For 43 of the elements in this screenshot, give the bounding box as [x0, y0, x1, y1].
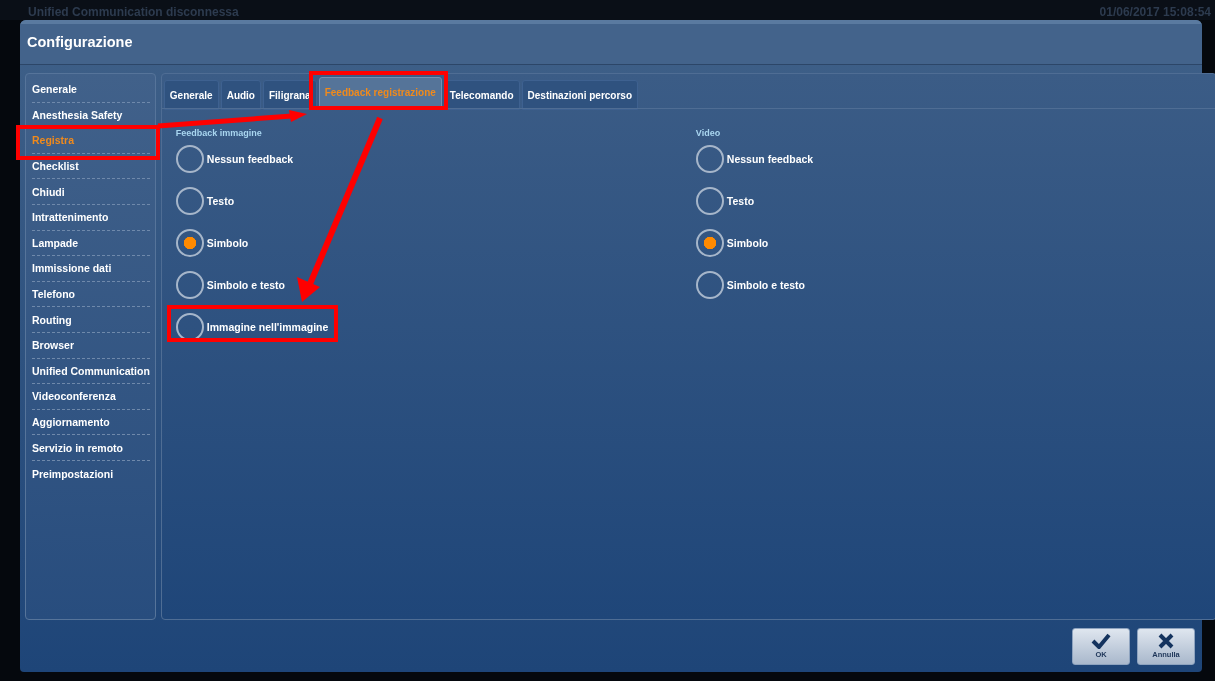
close-icon [1158, 633, 1174, 649]
radio-button[interactable] [695, 187, 724, 215]
radio-label: Simbolo e testo [726, 279, 806, 291]
radio-label: Simbolo e testo [206, 279, 286, 291]
sidebar-item[interactable]: Immissione dati [32, 256, 150, 282]
tab[interactable]: Audio [220, 80, 261, 110]
sidebar-item[interactable]: Unified Communication [32, 358, 150, 385]
sidebar-item[interactable]: Aggiornamento [32, 409, 150, 436]
date-time: 01/06/2017 15:08:54 [1099, 4, 1211, 20]
sidebar-item[interactable]: Preimpostazioni [32, 460, 150, 487]
radio-label: Nessun feedback [726, 153, 814, 165]
radio-label: Simbolo [726, 237, 769, 249]
radio-label: Simbolo [206, 237, 249, 249]
sidebar-item[interactable]: Checklist [32, 153, 150, 180]
sidebar-item[interactable]: Anesthesia Safety [32, 102, 150, 129]
radio-label: Immagine nell'immagine [206, 321, 329, 333]
radio-button[interactable] [175, 313, 204, 341]
tab[interactable]: Destinazioni percorso [521, 80, 638, 110]
sidebar-item[interactable]: Chiudi [32, 179, 150, 205]
radio-button[interactable] [175, 271, 204, 299]
checkmark-icon [1091, 633, 1111, 649]
sidebar-item[interactable]: Generale [32, 77, 150, 103]
radio-button[interactable] [695, 229, 724, 257]
radio-label: Testo [726, 195, 755, 207]
radio-button[interactable] [695, 145, 724, 173]
sidebar-item[interactable]: Intrattenimento [32, 204, 150, 231]
sidebar-item[interactable]: Routing [32, 307, 150, 333]
sidebar-item[interactable]: Lampade [32, 230, 150, 257]
sidebar-item[interactable]: Servizio in remoto [32, 435, 150, 461]
radio-button[interactable] [175, 145, 204, 173]
tab[interactable]: Generale [163, 80, 219, 110]
radio-label: Testo [206, 195, 235, 207]
sidebar-item[interactable]: Telefono [32, 281, 150, 308]
radio-label: Nessun feedback [206, 153, 294, 165]
radio-button[interactable] [695, 271, 724, 299]
group-heading: Feedback immagine [175, 128, 262, 138]
radio-button[interactable] [175, 187, 204, 215]
radio-button[interactable] [175, 229, 204, 257]
sidebar-item[interactable]: Videoconferenza [32, 384, 150, 410]
group-heading: Video [695, 128, 721, 138]
status-message: Unified Communication disconnessa [28, 4, 239, 20]
window-title: Configurazione [27, 34, 133, 50]
sidebar-item[interactable]: Browser [32, 332, 150, 359]
